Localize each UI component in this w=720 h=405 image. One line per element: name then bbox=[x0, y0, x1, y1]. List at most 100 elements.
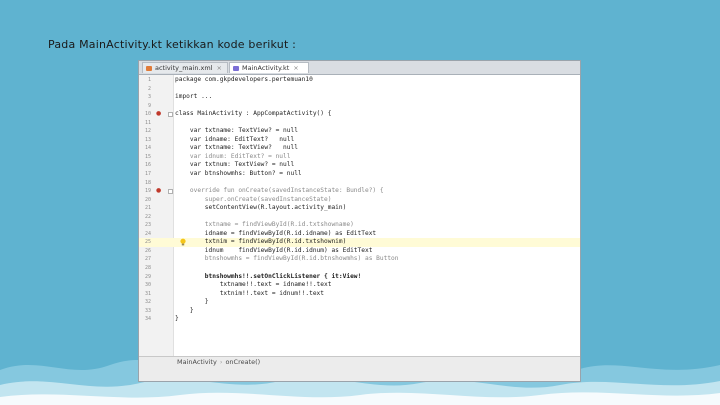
code-text: var txtnum: TextView? = null bbox=[175, 161, 295, 169]
line-number: 30 bbox=[144, 282, 151, 289]
line-number: 18 bbox=[144, 179, 151, 186]
line-number: 11 bbox=[144, 119, 151, 126]
code-text: super.onCreate(savedInstanceState) bbox=[175, 195, 332, 203]
code-line[interactable]: 27 btnshowmhs = findViewById(R.id.btnsho… bbox=[139, 255, 580, 264]
ide-editor-window: activity_main.xml × MainActivity.kt × 1 pac… bbox=[139, 61, 580, 381]
code-text: } bbox=[175, 315, 179, 323]
code-text: txtname!!.text = idname!!.text bbox=[175, 281, 332, 289]
line-number: 27 bbox=[144, 256, 151, 263]
code-line[interactable]: 10 ● class MainActivity : AppCompatActivit… bbox=[139, 110, 580, 119]
code-text: class MainActivity : AppCompatActivity()… bbox=[175, 110, 332, 118]
code-text: txtname = findViewById(R.id.txtshowname) bbox=[175, 221, 354, 229]
line-number: 22 bbox=[144, 213, 151, 220]
breadcrumb-class[interactable]: MainActivity bbox=[177, 358, 217, 366]
code-line[interactable]: 11 bbox=[139, 119, 580, 128]
code-text: var txtname: TextView? = null bbox=[175, 127, 298, 135]
editor-tab-bar: activity_main.xml × MainActivity.kt × bbox=[139, 61, 580, 75]
code-line[interactable]: 23 txtname = findViewById(R.id.txtshowna… bbox=[139, 221, 580, 230]
code-line[interactable]: 18 bbox=[139, 179, 580, 188]
line-number: 28 bbox=[144, 265, 151, 272]
code-text: import ... bbox=[175, 93, 213, 101]
code-text: idname = findViewById(R.id.idname) as Ed… bbox=[175, 229, 377, 237]
code-line[interactable]: 19 ● override fun onCreate(savedInstanceS… bbox=[139, 187, 580, 196]
override-gutter-icon[interactable]: ● bbox=[156, 188, 162, 194]
code-text: var idname: EditText? null bbox=[175, 135, 295, 143]
close-icon[interactable]: × bbox=[293, 64, 298, 72]
line-number: 2 bbox=[147, 85, 151, 92]
code-text: txtnim!!.text = idnum!!.text bbox=[175, 289, 325, 297]
line-number: 32 bbox=[144, 299, 151, 306]
code-line[interactable]: 22 bbox=[139, 213, 580, 222]
line-number: 16 bbox=[144, 162, 151, 169]
breadcrumb-method[interactable]: onCreate() bbox=[225, 358, 260, 366]
code-line[interactable]: 17 var btnshowmhs: Button? = null bbox=[139, 170, 580, 179]
code-line[interactable]: 1 package com.gkpdevelopers.pertemuan10 bbox=[139, 76, 580, 85]
code-line[interactable]: 15 var idnum: EditText? = null bbox=[139, 153, 580, 162]
line-number: 25 bbox=[144, 239, 151, 246]
code-text: setContentView(R.layout.activity_main) bbox=[175, 204, 347, 212]
line-number: 17 bbox=[144, 171, 151, 178]
code-line[interactable]: 29 btnshowmhs!!.setOnClickListener { it:… bbox=[139, 273, 580, 282]
code-text: txtnim = findViewById(R.id.txtshownim) bbox=[175, 238, 347, 246]
code-line[interactable]: 13 var idname: EditText? null bbox=[139, 136, 580, 145]
tab-main-activity-kt[interactable]: MainActivity.kt × bbox=[229, 62, 309, 73]
code-line[interactable]: 32 } bbox=[139, 298, 580, 307]
code-line[interactable]: 28 bbox=[139, 264, 580, 273]
fold-icon[interactable] bbox=[168, 112, 173, 118]
code-line[interactable]: 24 idname = findViewById(R.id.idname) as… bbox=[139, 230, 580, 239]
fold-icon[interactable] bbox=[168, 189, 173, 195]
code-line[interactable]: 31 txtnim!!.text = idnum!!.text bbox=[139, 290, 580, 299]
code-line[interactable]: 16 var txtnum: TextView? = null bbox=[139, 161, 580, 170]
line-number: 9 bbox=[147, 102, 151, 109]
tab-label: activity_main.xml bbox=[155, 64, 213, 72]
line-number: 14 bbox=[144, 145, 151, 152]
slide-instruction: Pada MainActivity.kt ketikkan kode berik… bbox=[48, 38, 297, 51]
code-text: } bbox=[175, 298, 209, 306]
code-line[interactable]: 14 var txtname: TextView? null bbox=[139, 144, 580, 153]
line-number: 10 bbox=[144, 111, 151, 118]
line-number: 13 bbox=[144, 136, 151, 143]
breadcrumb: MainActivity › onCreate() bbox=[177, 358, 260, 366]
line-number: 26 bbox=[144, 247, 151, 254]
line-number: 24 bbox=[144, 230, 151, 237]
line-number: 33 bbox=[144, 307, 151, 314]
line-number: 12 bbox=[144, 128, 151, 135]
code-line[interactable]: 9 bbox=[139, 102, 580, 111]
line-number: 31 bbox=[144, 290, 151, 297]
kotlin-file-icon bbox=[233, 66, 239, 71]
line-number: 23 bbox=[144, 222, 151, 229]
code-text: var txtname: TextView? null bbox=[175, 144, 298, 152]
code-line[interactable]: 34} bbox=[139, 315, 580, 324]
code-text: package com.gkpdevelopers.pertemuan10 bbox=[175, 76, 313, 83]
code-text: idnum findViewById(R.id.idnum) as EditTe… bbox=[175, 246, 373, 254]
line-number: 3 bbox=[147, 94, 151, 101]
line-number: 29 bbox=[144, 273, 151, 280]
override-gutter-icon[interactable]: ● bbox=[156, 111, 162, 117]
xml-file-icon bbox=[146, 66, 152, 71]
line-number: 21 bbox=[144, 205, 151, 212]
code-text: } bbox=[175, 306, 194, 314]
code-text: var btnshowmhs: Button? = null bbox=[175, 170, 302, 178]
line-number: 15 bbox=[144, 153, 151, 160]
tab-label: MainActivity.kt bbox=[242, 64, 290, 72]
code-line[interactable]: 3 import ... bbox=[139, 93, 580, 102]
code-area[interactable]: 1 package com.gkpdevelopers.pertemuan10 2 3… bbox=[139, 76, 580, 324]
code-text: var idnum: EditText? = null bbox=[175, 152, 291, 160]
code-line[interactable]: 25 txtnim = findViewById(R.id.txtshownim… bbox=[139, 238, 580, 247]
close-icon[interactable]: × bbox=[217, 64, 222, 72]
code-line[interactable]: 21 setContentView(R.layout.activity_main… bbox=[139, 204, 580, 213]
code-text: override fun onCreate(savedInstanceState… bbox=[175, 187, 384, 195]
tab-activity-main-xml[interactable]: activity_main.xml × bbox=[142, 62, 228, 73]
line-number: 20 bbox=[144, 196, 151, 203]
breadcrumb-bar: MainActivity › onCreate() bbox=[139, 356, 580, 381]
code-text: btnshowmhs = findViewById(R.id.btnshowmh… bbox=[175, 255, 399, 263]
code-text: btnshowmhs!!.setOnClickListener { it:Vie… bbox=[175, 272, 362, 280]
code-line[interactable]: 33 } bbox=[139, 307, 580, 316]
code-line[interactable]: 12 var txtname: TextView? = null bbox=[139, 127, 580, 136]
line-number: 19 bbox=[144, 188, 151, 195]
code-line[interactable]: 26 idnum findViewById(R.id.idnum) as Edi… bbox=[139, 247, 580, 256]
code-line[interactable]: 30 txtname!!.text = idname!!.text bbox=[139, 281, 580, 290]
line-number: 1 bbox=[147, 77, 151, 83]
code-line[interactable]: 20 super.onCreate(savedInstanceState) bbox=[139, 196, 580, 205]
code-line[interactable]: 2 bbox=[139, 85, 580, 94]
